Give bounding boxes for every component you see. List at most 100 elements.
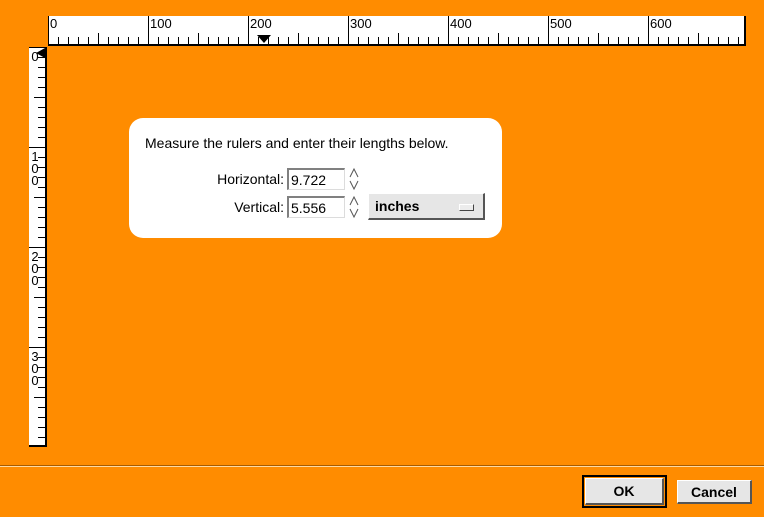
ruler-tick xyxy=(498,33,499,44)
ruler-tick xyxy=(478,37,479,44)
horizontal-label: Horizontal: xyxy=(217,171,284,187)
ruler-tick xyxy=(408,37,409,44)
ruler-tick xyxy=(108,37,109,44)
ruler-tick xyxy=(68,37,69,44)
ruler-tick xyxy=(738,37,739,44)
vertical-length-field[interactable] xyxy=(287,196,345,218)
ruler-tick xyxy=(228,37,229,44)
ruler-tick xyxy=(38,127,45,128)
vertical-ruler: 0100200300 xyxy=(29,47,47,447)
ruler-tick xyxy=(468,37,469,44)
ruler-label: 300 xyxy=(350,16,372,31)
ruler-label: 100 xyxy=(31,149,39,188)
ruler-tick xyxy=(308,37,309,44)
unit-selected-value: inches xyxy=(375,198,420,214)
instruction-text: Measure the rulers and enter their lengt… xyxy=(145,135,449,151)
ruler-tick xyxy=(588,37,589,44)
ruler-tick xyxy=(518,37,519,44)
ruler-tick xyxy=(38,417,45,418)
ruler-tick xyxy=(538,37,539,44)
ruler-tick xyxy=(38,327,45,328)
vertical-ruler-position-marker xyxy=(36,48,45,58)
ruler-label: 400 xyxy=(450,16,472,31)
ruler-tick xyxy=(38,437,45,438)
ruler-label: 500 xyxy=(550,16,572,31)
ruler-tick xyxy=(34,197,45,198)
ruler-tick xyxy=(34,297,45,298)
ruler-tick xyxy=(298,33,299,44)
ruler-tick xyxy=(38,427,45,428)
ruler-tick xyxy=(38,207,45,208)
ruler-tick xyxy=(398,33,399,44)
ruler-tick xyxy=(38,227,45,228)
ruler-tick xyxy=(38,117,45,118)
ruler-tick xyxy=(138,37,139,44)
ruler-tick xyxy=(208,37,209,44)
ruler-tick xyxy=(38,407,45,408)
ruler-tick xyxy=(78,37,79,44)
ruler-tick xyxy=(38,317,45,318)
ruler-tick xyxy=(29,247,45,248)
ruler-tick xyxy=(118,37,119,44)
ruler-tick xyxy=(88,37,89,44)
vertical-label: Vertical: xyxy=(234,199,284,215)
ruler-tick xyxy=(558,37,559,44)
ruler-tick xyxy=(418,37,419,44)
cancel-button[interactable]: Cancel xyxy=(677,480,752,504)
ruler-tick xyxy=(178,37,179,44)
ruler-tick xyxy=(158,37,159,44)
vertical-spinner[interactable] xyxy=(349,195,359,219)
ruler-tick xyxy=(428,37,429,44)
ruler-tick xyxy=(38,137,45,138)
ruler-tick xyxy=(198,33,199,44)
bottom-separator-highlight xyxy=(0,466,764,467)
ruler-tick xyxy=(528,37,529,44)
ruler-tick xyxy=(438,37,439,44)
ruler-label: 200 xyxy=(250,16,272,31)
ruler-tick xyxy=(38,67,45,68)
ruler-tick xyxy=(388,37,389,44)
ruler-tick xyxy=(578,37,579,44)
horizontal-ruler: 0 100 200 300 400 500 600 xyxy=(48,16,746,46)
ruler-tick xyxy=(358,37,359,44)
ruler-tick xyxy=(38,307,45,308)
ruler-tick xyxy=(338,37,339,44)
ruler-tick xyxy=(708,37,709,44)
ruler-tick xyxy=(728,37,729,44)
ruler-tick xyxy=(38,107,45,108)
horizontal-spinner[interactable] xyxy=(349,167,359,191)
ruler-label: 600 xyxy=(650,16,672,31)
unit-dropdown[interactable]: inches xyxy=(368,193,485,220)
ok-button[interactable]: OK xyxy=(585,478,664,505)
ruler-tick xyxy=(128,37,129,44)
ruler-label: 300 xyxy=(31,349,39,388)
ruler-tick xyxy=(38,187,45,188)
ruler-tick xyxy=(29,147,45,148)
ruler-tick xyxy=(168,37,169,44)
dropdown-indicator-icon xyxy=(459,204,474,211)
ruler-tick xyxy=(38,237,45,238)
measurement-dialog: Measure the rulers and enter their lengt… xyxy=(129,118,502,238)
ruler-tick xyxy=(368,37,369,44)
ruler-tick xyxy=(658,37,659,44)
ruler-tick xyxy=(568,37,569,44)
ruler-tick xyxy=(638,37,639,44)
ruler-label: 200 xyxy=(31,249,39,288)
ruler-tick xyxy=(508,37,509,44)
ruler-tick xyxy=(34,397,45,398)
ruler-tick xyxy=(288,37,289,44)
ruler-position-marker xyxy=(257,35,271,43)
ruler-tick xyxy=(38,87,45,88)
ruler-tick xyxy=(38,387,45,388)
ruler-tick xyxy=(378,37,379,44)
ruler-tick xyxy=(38,77,45,78)
horizontal-length-field[interactable] xyxy=(287,168,345,190)
ruler-tick xyxy=(29,347,45,348)
ruler-label: 100 xyxy=(150,16,172,31)
ruler-tick xyxy=(488,37,489,44)
ruler-tick xyxy=(608,37,609,44)
ruler-tick xyxy=(38,217,45,218)
ruler-tick xyxy=(698,33,699,44)
ruler-tick xyxy=(618,37,619,44)
ruler-tick xyxy=(458,37,459,44)
